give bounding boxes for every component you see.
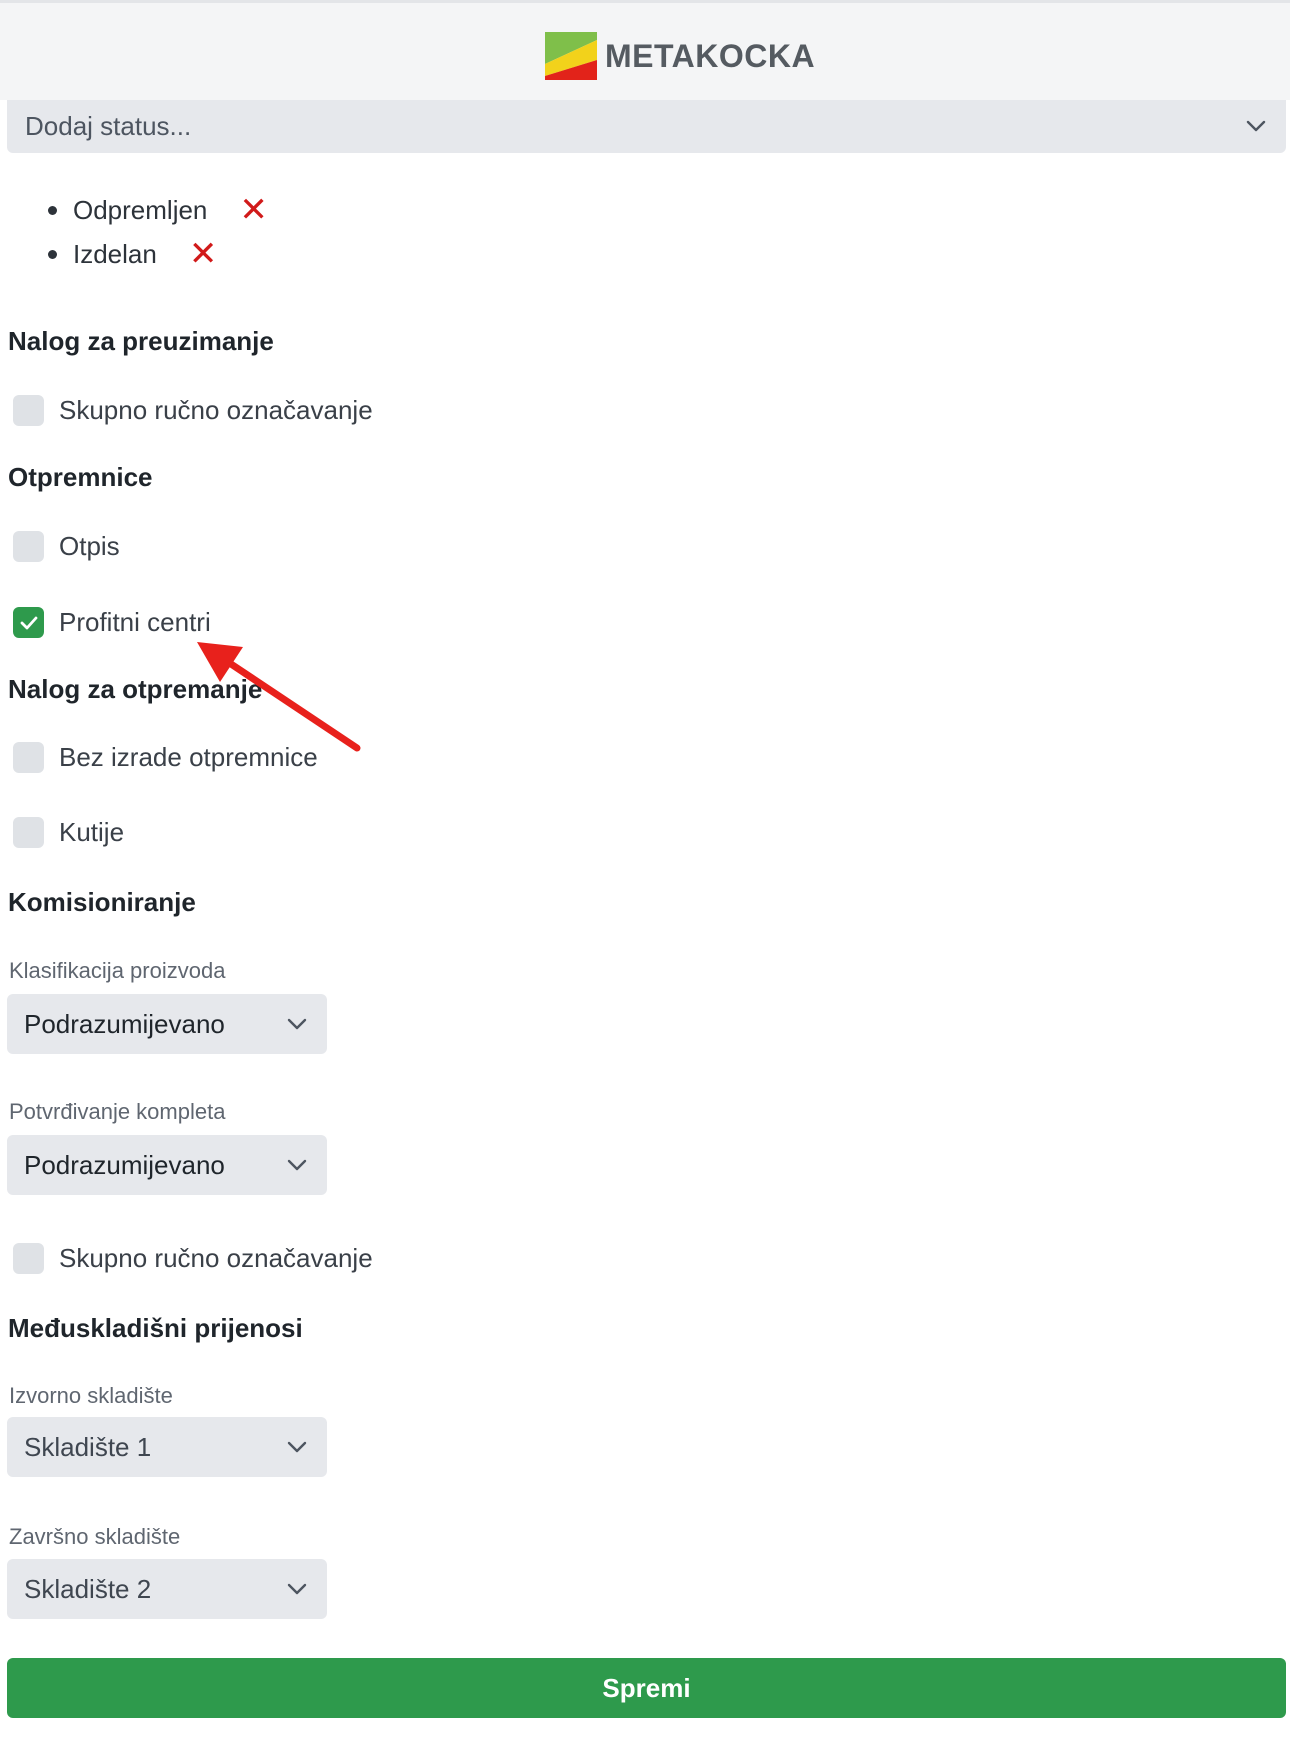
list-item: Izdelan ✕ (48, 232, 268, 276)
status-label: Odpremljen (73, 194, 208, 225)
status-select[interactable]: Dodaj status... (7, 100, 1286, 153)
checkbox-profitni-centri[interactable]: Profitni centri (13, 607, 211, 638)
checkbox-box[interactable] (13, 742, 44, 773)
checkbox-bez-izrade[interactable]: Bez izrade otpremnice (13, 742, 318, 773)
select-value: Skladište 2 (24, 1573, 152, 1604)
checkbox-label: Skupno ručno označavanje (59, 395, 373, 425)
chevron-down-icon (285, 1012, 309, 1036)
checkbox-label: Skupno ručno označavanje (59, 1243, 373, 1273)
select-value: Podrazumijevano (24, 1149, 225, 1180)
section-title-otpremnice: Otpremnice (8, 462, 153, 492)
zavrsno-skladiste-select[interactable]: Skladište 2 (7, 1559, 327, 1619)
izvorno-skladiste-select[interactable]: Skladište 1 (7, 1417, 327, 1477)
checkbox-kutije[interactable]: Kutije (13, 817, 124, 848)
status-label: Izdelan (73, 238, 157, 269)
field-label-izvorno: Izvorno skladište (9, 1383, 173, 1408)
checkbox-box[interactable] (13, 531, 44, 562)
field-label-zavrsno: Završno skladište (9, 1524, 181, 1549)
app-header: METAKOCKA (0, 0, 1290, 100)
checkbox-box[interactable] (13, 1243, 44, 1274)
bullet-icon (48, 205, 57, 215)
brand-name: METAKOCKA (605, 37, 816, 74)
klasifikacija-select[interactable]: Podrazumijevano (7, 994, 327, 1054)
checkbox-box[interactable] (13, 817, 44, 848)
section-title-preuzimanje: Nalog za preuzimanje (8, 326, 274, 356)
checkbox-label: Profitni centri (59, 607, 211, 637)
status-select-placeholder: Dodaj status... (25, 111, 192, 141)
field-label-potvrdivanje: Potvrđivanje kompleta (9, 1099, 226, 1124)
close-icon[interactable]: ✕ (189, 237, 218, 271)
status-list: Odpremljen ✕ Izdelan ✕ (48, 188, 268, 276)
checkbox-label: Kutije (59, 817, 125, 847)
checkbox-label: Bez izrade otpremnice (59, 742, 318, 772)
chevron-down-icon (285, 1153, 309, 1177)
brand-logo[interactable]: METAKOCKA (545, 29, 815, 83)
chevron-down-icon (1244, 114, 1268, 138)
select-value: Skladište 1 (24, 1431, 152, 1462)
checkbox-skupno-komisioniranje[interactable]: Skupno ručno označavanje (13, 1243, 373, 1274)
checkbox-box[interactable] (13, 395, 44, 426)
list-item: Odpremljen ✕ (48, 188, 268, 232)
metakocka-logo-icon (545, 32, 597, 80)
save-button[interactable]: Spremi (7, 1658, 1286, 1718)
checkbox-skupno-preuzimanje[interactable]: Skupno ručno označavanje (13, 395, 373, 426)
bullet-icon (48, 249, 57, 259)
checkbox-otpis[interactable]: Otpis (13, 531, 120, 562)
chevron-down-icon (285, 1577, 309, 1601)
checkmark-icon (20, 616, 37, 629)
field-label-klasifikacija: Klasifikacija proizvoda (9, 958, 226, 983)
section-title-otpremanje: Nalog za otpremanje (8, 674, 263, 704)
close-icon[interactable]: ✕ (239, 193, 268, 227)
section-title-komisioniranje: Komisioniranje (8, 887, 196, 917)
chevron-down-icon (285, 1435, 309, 1459)
potvrdivanje-select[interactable]: Podrazumijevano (7, 1135, 327, 1195)
checkbox-box[interactable] (13, 607, 44, 638)
checkbox-label: Otpis (59, 531, 120, 561)
select-value: Podrazumijevano (24, 1008, 225, 1039)
section-title-prijenosi: Međuskladišni prijenosi (8, 1313, 303, 1343)
